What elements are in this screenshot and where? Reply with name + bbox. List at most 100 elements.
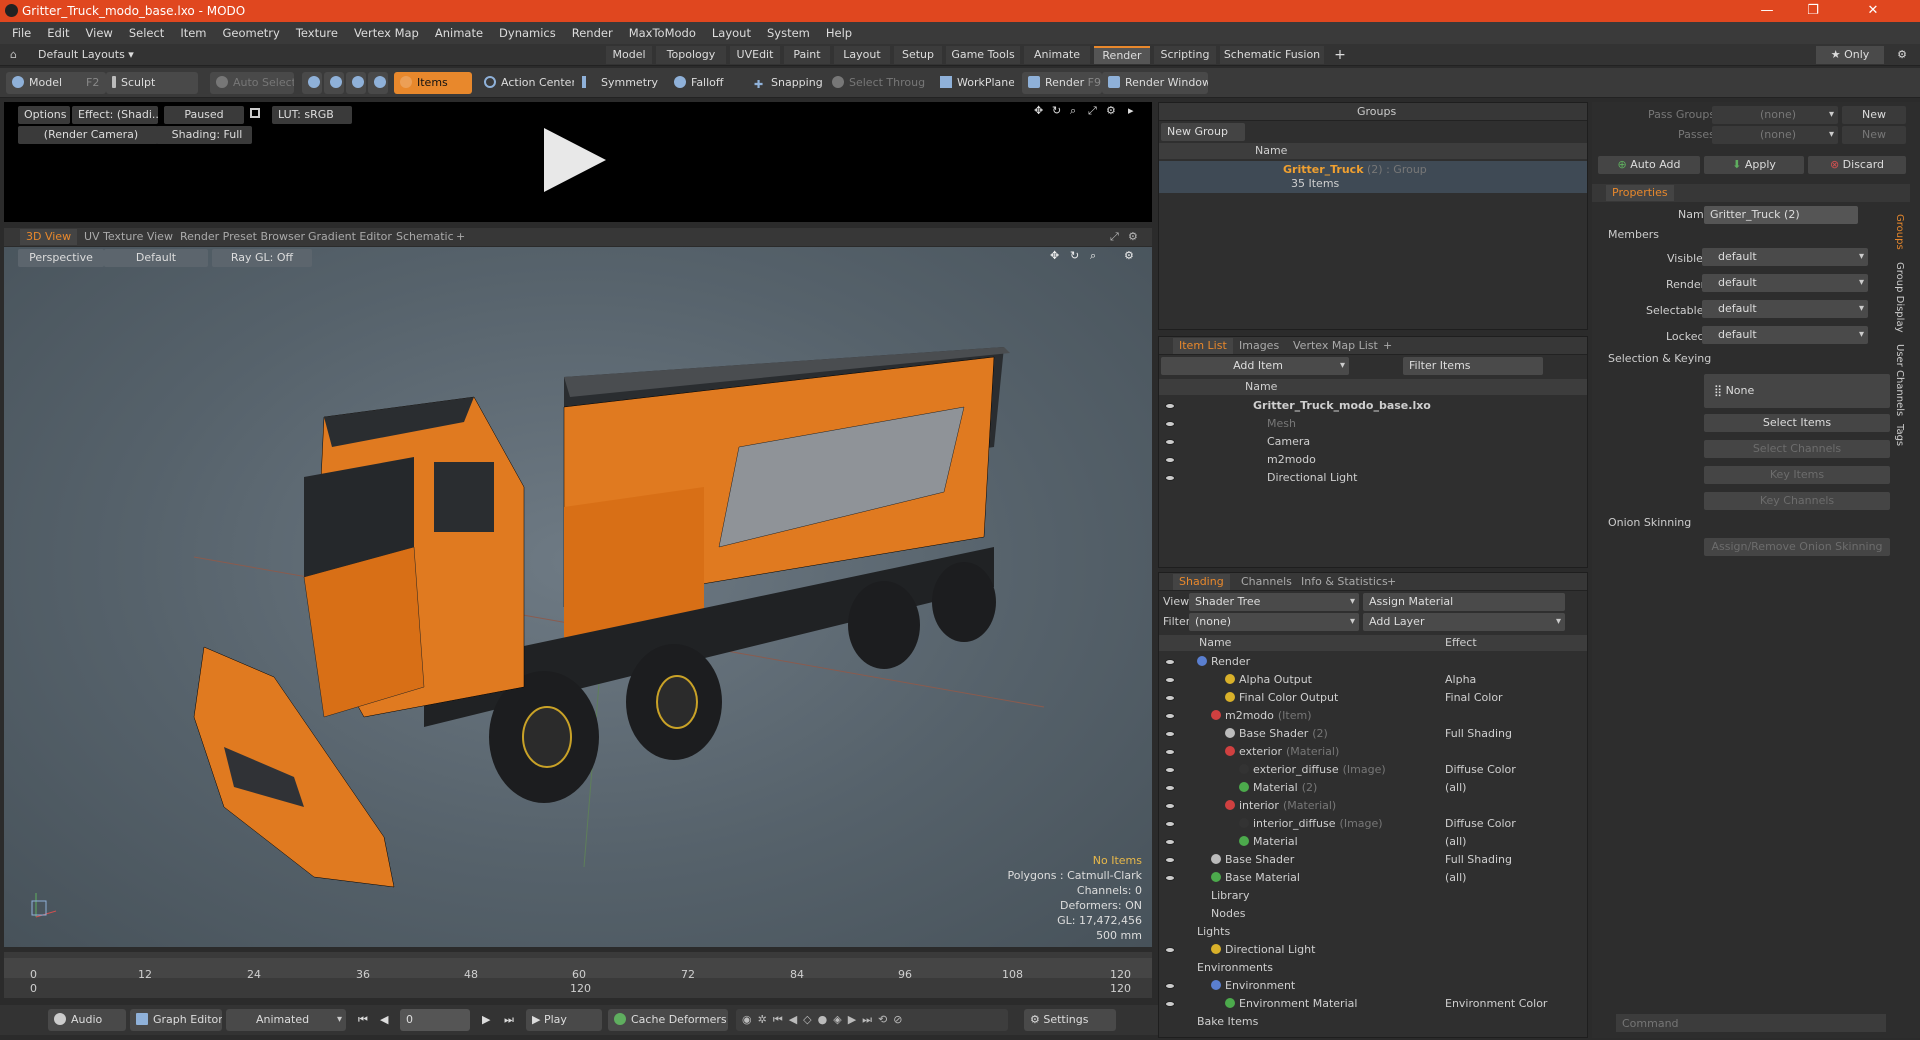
- visibility-eye-icon[interactable]: [1165, 785, 1175, 791]
- shading-dropdown[interactable]: Shading: Full: [156, 126, 252, 144]
- menu-geometry[interactable]: Geometry: [215, 26, 288, 40]
- gear-icon[interactable]: ⚙: [1890, 46, 1914, 64]
- visibility-eye-icon[interactable]: [1165, 421, 1175, 427]
- edges-mode-button[interactable]: [324, 72, 344, 94]
- menu-item[interactable]: Item: [172, 26, 214, 40]
- view-dropdown[interactable]: Shader Tree: [1189, 593, 1359, 611]
- menu-layout[interactable]: Layout: [704, 26, 759, 40]
- lock-icon[interactable]: [250, 108, 260, 118]
- home-icon[interactable]: ⌂: [10, 48, 17, 61]
- menu-maxtomodo[interactable]: MaxToModo: [621, 26, 704, 40]
- shader-tree-row[interactable]: Final Color Output Final Color: [1159, 689, 1587, 707]
- side-tab-tags[interactable]: Tags: [1894, 424, 1905, 446]
- visibility-eye-icon[interactable]: [1165, 749, 1175, 755]
- visibility-eye-icon[interactable]: [1165, 677, 1175, 683]
- visibility-eye-icon[interactable]: [1165, 695, 1175, 701]
- visibility-eye-icon[interactable]: [1165, 857, 1175, 863]
- render-preview[interactable]: Options Effect: (Shadi... Paused LUT: sR…: [4, 102, 1152, 222]
- new-group-button[interactable]: New Group: [1161, 123, 1245, 141]
- tab-item-list[interactable]: Item List: [1173, 338, 1233, 354]
- key-items-button[interactable]: Key Items: [1704, 466, 1890, 484]
- shader-layer-effect[interactable]: Alpha: [1445, 671, 1476, 689]
- assign-onion-button[interactable]: Assign/Remove Onion Skinning: [1704, 538, 1890, 556]
- tab-game-tools[interactable]: Game Tools: [946, 46, 1020, 64]
- next-frame-button[interactable]: ▶: [476, 1009, 496, 1031]
- lut-dropdown[interactable]: LUT: sRGB: [272, 106, 352, 124]
- snapping-button[interactable]: ✚ Snapping: [748, 72, 828, 94]
- shader-layer-effect[interactable]: (all): [1445, 833, 1466, 851]
- shader-layer-effect[interactable]: Full Shading: [1445, 851, 1512, 869]
- shader-layer-effect[interactable]: (all): [1445, 869, 1466, 887]
- visibility-eye-icon[interactable]: [1165, 659, 1175, 665]
- polygons-mode-button[interactable]: [346, 72, 366, 94]
- visibility-eye-icon[interactable]: [1165, 713, 1175, 719]
- menu-vertex-map[interactable]: Vertex Map: [346, 26, 427, 40]
- name-field[interactable]: Gritter_Truck (2): [1704, 206, 1858, 224]
- audio-button[interactable]: Audio: [48, 1009, 126, 1031]
- default-layouts-dropdown[interactable]: Default Layouts ▾: [38, 48, 134, 61]
- tab-channels[interactable]: Channels: [1235, 574, 1298, 590]
- tab-shading[interactable]: Shading: [1173, 574, 1230, 590]
- workplane-button[interactable]: WorkPlane: [934, 72, 1014, 94]
- tab-layout[interactable]: Layout: [834, 46, 890, 64]
- play-icon[interactable]: [544, 128, 606, 192]
- shader-layer-effect[interactable]: Diffuse Color: [1445, 761, 1516, 779]
- zoom-icon[interactable]: ⌕: [1070, 104, 1076, 118]
- sculpt-mode-button[interactable]: Sculpt: [106, 72, 198, 94]
- frame-field[interactable]: 0: [400, 1009, 470, 1031]
- shader-tree-row[interactable]: m2modo (Item): [1159, 707, 1587, 725]
- menu-select[interactable]: Select: [121, 26, 172, 40]
- add-item-dropdown[interactable]: Add Item: [1161, 357, 1349, 375]
- menu-arrow-icon[interactable]: ▸: [1128, 104, 1134, 117]
- shader-layer-effect[interactable]: Environment Color: [1445, 995, 1547, 1013]
- visibility-eye-icon[interactable]: [1165, 767, 1175, 773]
- shader-tree-row[interactable]: exterior (Material): [1159, 743, 1587, 761]
- shader-layer-effect[interactable]: Diffuse Color: [1445, 815, 1516, 833]
- tab-animate[interactable]: Animate: [1024, 46, 1090, 64]
- auto-add-button[interactable]: ⊕ Auto Add: [1598, 156, 1700, 174]
- options-button[interactable]: Options: [18, 106, 70, 124]
- falloff-button[interactable]: Falloff: [668, 72, 738, 94]
- select-through-button[interactable]: Select Through: [826, 72, 926, 94]
- shader-tree-row[interactable]: Base Material (all): [1159, 869, 1587, 887]
- truck-model[interactable]: [4, 247, 1152, 947]
- close-button[interactable]: ✕: [1850, 0, 1896, 22]
- item-list-row[interactable]: Gritter_Truck_modo_base.lxo: [1159, 397, 1587, 415]
- only-toggle[interactable]: ★ Only: [1816, 46, 1884, 64]
- visibility-eye-icon[interactable]: [1165, 457, 1175, 463]
- add-tab-button[interactable]: +: [1330, 46, 1350, 64]
- auto-select-button[interactable]: Auto Select: [210, 72, 294, 94]
- shader-tree-row[interactable]: interior (Material): [1159, 797, 1587, 815]
- animated-dropdown[interactable]: Animated: [226, 1009, 346, 1031]
- item-list-row[interactable]: Camera: [1159, 433, 1587, 451]
- items-mode-button[interactable]: Items: [394, 72, 472, 94]
- menu-texture[interactable]: Texture: [288, 26, 346, 40]
- symmetry-button[interactable]: Symmetry: [576, 72, 660, 94]
- minimize-button[interactable]: —: [1744, 0, 1790, 22]
- add-layer-dropdown[interactable]: Add Layer: [1363, 613, 1565, 631]
- shader-tree-row[interactable]: Nodes: [1159, 905, 1587, 923]
- shader-tree-row[interactable]: exterior_diffuse (Image) Diffuse Color: [1159, 761, 1587, 779]
- tab-uvedit[interactable]: UVEdit: [730, 46, 780, 64]
- item-list-row[interactable]: m2modo: [1159, 451, 1587, 469]
- visibility-eye-icon[interactable]: [1165, 839, 1175, 845]
- graph-editor-button[interactable]: Graph Editor: [130, 1009, 222, 1031]
- filter-items-input[interactable]: Filter Items: [1403, 357, 1543, 375]
- select-items-button[interactable]: Select Items: [1704, 414, 1890, 432]
- shader-tree-row[interactable]: Environments: [1159, 959, 1587, 977]
- maximize-icon[interactable]: ⤢: [1088, 104, 1097, 118]
- tab-schematic-fusion[interactable]: Schematic Fusion: [1220, 46, 1324, 64]
- selectable-dropdown[interactable]: default: [1702, 300, 1868, 318]
- shader-tree-row[interactable]: Directional Light: [1159, 941, 1587, 959]
- settings-button[interactable]: ⚙ Settings: [1024, 1009, 1116, 1031]
- viewport-gear-icon[interactable]: ⚙: [1128, 230, 1138, 243]
- tab-gradient-editor[interactable]: Gradient Editor: [302, 229, 398, 245]
- assign-material-button[interactable]: Assign Material: [1363, 593, 1565, 611]
- visibility-eye-icon[interactable]: [1165, 731, 1175, 737]
- discard-button[interactable]: ⊗ Discard: [1808, 156, 1906, 174]
- render-window-button[interactable]: Render Window: [1102, 72, 1208, 94]
- visibility-eye-icon[interactable]: [1165, 475, 1175, 481]
- tab-model[interactable]: Model: [606, 46, 652, 64]
- go-start-button[interactable]: ⏮: [352, 1009, 372, 1031]
- tab-properties[interactable]: Properties: [1606, 185, 1674, 201]
